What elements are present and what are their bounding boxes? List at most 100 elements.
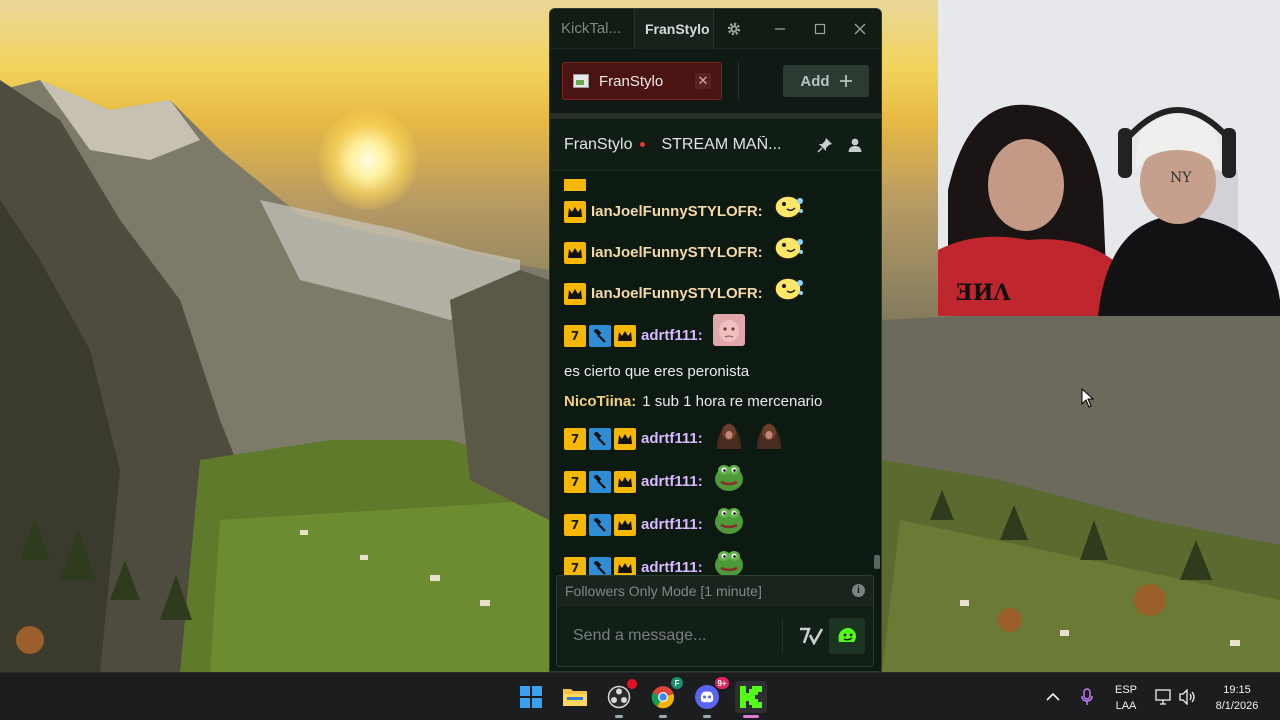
moderator-hammer-badge-icon xyxy=(589,513,611,536)
discord-icon xyxy=(695,685,719,709)
stream-title: STREAM MAÑ... xyxy=(661,135,782,153)
running-indicator xyxy=(703,715,711,718)
user-list-button[interactable] xyxy=(843,133,867,157)
keyboard-layout: LAA xyxy=(1115,700,1137,712)
pepe-emote xyxy=(713,460,745,503)
chat-message-text: 1 sub 1 hora re mercenario xyxy=(642,393,823,410)
add-channel-button[interactable]: Add xyxy=(783,65,869,97)
smiley-emote-icon xyxy=(838,627,856,642)
tabs-divider xyxy=(738,62,739,100)
network-status[interactable] xyxy=(1155,673,1173,720)
mouse-cursor-icon xyxy=(1081,388,1095,408)
language-indicator[interactable]: ESP LAA xyxy=(1110,682,1142,714)
scrollbar-thumb[interactable] xyxy=(874,555,880,569)
yellow-blob-emote xyxy=(773,191,805,232)
running-indicator xyxy=(659,715,667,718)
webcam-overlay: ƎИΛ NY xyxy=(938,0,1280,316)
chat-username[interactable]: adrtf111: xyxy=(641,553,703,578)
seven-tv-badge-icon: 7 xyxy=(564,513,586,536)
pepe-emote xyxy=(713,503,745,546)
pin-icon xyxy=(817,137,832,153)
plus-icon xyxy=(839,75,852,87)
maximize-button[interactable] xyxy=(800,9,840,49)
microphone-icon xyxy=(1081,688,1093,705)
yellow-blob-emote xyxy=(773,232,805,273)
chat-username[interactable]: IanJoelFunnySTYLOFR: xyxy=(591,197,763,227)
pepe-emote xyxy=(713,546,745,577)
file-explorer-button[interactable] xyxy=(559,681,591,713)
chat-username[interactable]: adrtf111: xyxy=(641,467,703,497)
input-divider xyxy=(782,618,783,654)
start-button[interactable] xyxy=(515,681,547,713)
minimize-icon xyxy=(775,27,785,30)
active-indicator xyxy=(743,715,759,718)
chat-message: IanJoelFunnySTYLOFR: xyxy=(564,191,872,232)
chat-message: IanJoelFunnySTYLOFR: xyxy=(564,232,872,273)
seven-tv-badge-icon: 7 xyxy=(564,470,586,493)
crown-badge-icon xyxy=(564,179,586,191)
chat-username[interactable]: adrtf111: xyxy=(641,510,703,540)
svg-text:NY: NY xyxy=(1170,170,1192,186)
message-input-row: Send a message... xyxy=(557,606,873,666)
pin-button[interactable] xyxy=(813,133,837,157)
info-icon[interactable]: i xyxy=(852,584,865,597)
crown-badge-icon xyxy=(564,241,586,264)
show-hidden-icons-button[interactable] xyxy=(1046,673,1060,720)
close-window-button[interactable] xyxy=(840,9,880,49)
clock[interactable]: 19:15 8/1/2026 xyxy=(1204,682,1270,714)
chat-scrollbar[interactable] xyxy=(873,179,881,577)
crown-badge-icon xyxy=(614,556,636,577)
seven-tv-icon xyxy=(800,627,823,645)
close-tab-icon[interactable]: ✕ xyxy=(695,73,711,89)
windows-logo-icon xyxy=(520,686,542,708)
stream-channel-name[interactable]: FranStylo xyxy=(564,136,632,154)
crown-badge-icon xyxy=(564,282,586,305)
window-tab-franstylo[interactable]: FranStylo xyxy=(634,9,714,49)
monkey-emote xyxy=(713,417,745,460)
language-code: ESP xyxy=(1114,684,1137,696)
chat-message: 7 adrtf111: xyxy=(564,460,872,503)
settings-button[interactable] xyxy=(714,9,754,49)
network-icon xyxy=(1155,689,1171,705)
obs-button[interactable] xyxy=(603,679,637,718)
chat-username[interactable]: adrtf111: xyxy=(641,321,703,351)
clock-time: 19:15 xyxy=(1223,684,1251,696)
chrome-profile-avatar: F xyxy=(671,677,683,689)
chat-username[interactable]: adrtf111: xyxy=(641,424,703,454)
volume-status[interactable] xyxy=(1179,673,1197,720)
chrome-button[interactable]: F xyxy=(647,677,683,718)
title-bar: KickTal... FranStylo xyxy=(550,9,881,49)
kick-button[interactable] xyxy=(735,681,767,718)
seven-tv-badge-icon: 7 xyxy=(564,427,586,450)
app-title: KickTal... xyxy=(561,20,622,37)
seven-tv-badge-icon: 7 xyxy=(564,324,586,347)
seven-tv-badge-icon: 7 xyxy=(564,556,586,577)
minimize-button[interactable] xyxy=(760,9,800,49)
chrome-icon xyxy=(651,686,675,709)
seven-tv-emote-button[interactable] xyxy=(793,618,829,654)
chat-messages[interactable]: IanJoelFunnySTYLOFR: IanJoelFunnySTYLOFR… xyxy=(550,179,872,577)
moderator-hammer-badge-icon xyxy=(589,470,611,493)
webcam-people: ƎИΛ NY xyxy=(938,0,1280,316)
message-composer: Followers Only Mode [1 minute] i Send a … xyxy=(556,575,874,667)
chat-username[interactable]: IanJoelFunnySTYLOFR: xyxy=(591,279,763,309)
chat-username[interactable]: IanJoelFunnySTYLOFR: xyxy=(591,238,763,268)
clock-date: 8/1/2026 xyxy=(1215,700,1259,712)
chat-message: IanJoelFunnySTYLOFR: xyxy=(564,273,872,314)
message-input[interactable]: Send a message... xyxy=(573,627,782,645)
microphone-status[interactable] xyxy=(1081,673,1093,720)
user-icon xyxy=(848,138,862,152)
chat-message: 7 adrtf111: xyxy=(564,503,872,546)
crown-badge-icon xyxy=(614,427,636,450)
mode-notice-text: Followers Only Mode [1 minute] xyxy=(565,582,762,599)
channel-tab-franstylo[interactable]: FranStylo ✕ xyxy=(562,62,722,100)
add-label: Add xyxy=(800,72,830,90)
discord-button[interactable]: 9+ xyxy=(691,677,729,718)
yellow-blob-emote xyxy=(773,273,805,314)
gear-icon xyxy=(727,22,741,35)
channel-tab-label: FranStylo xyxy=(599,72,664,90)
chat-username[interactable]: NicoTiina: xyxy=(564,387,636,417)
crown-badge-icon xyxy=(564,200,586,223)
close-icon xyxy=(854,23,866,34)
kick-emote-button[interactable] xyxy=(829,618,865,654)
